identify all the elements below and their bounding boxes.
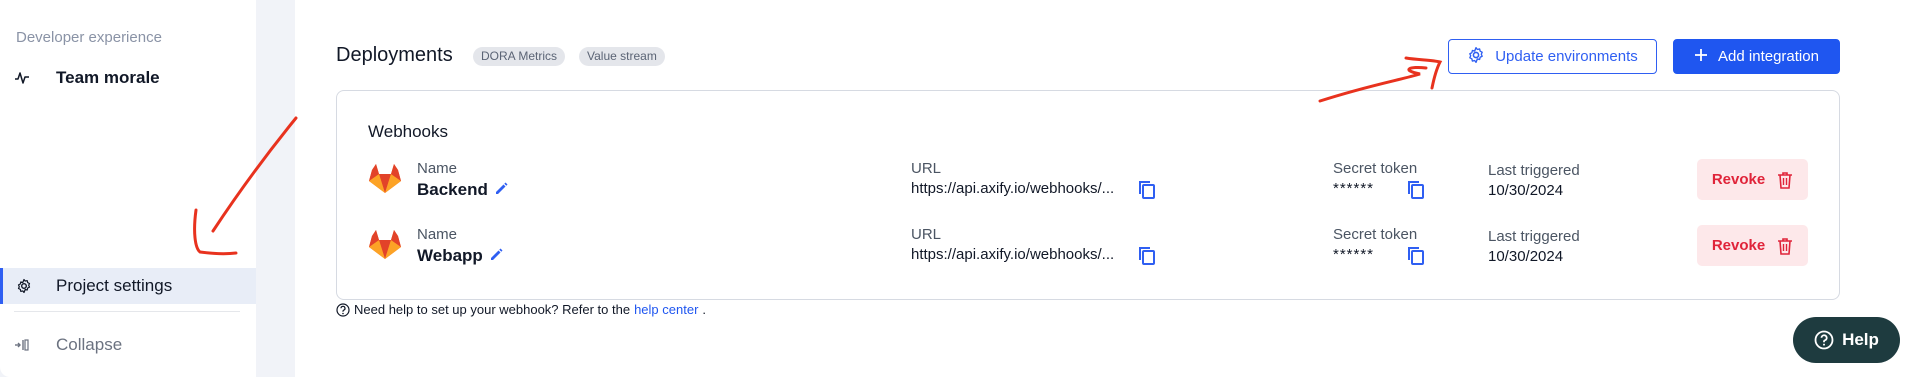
copy-icon[interactable] bbox=[1407, 180, 1425, 200]
webhook-row: Name Backend URL https://api.axify.io/we… bbox=[336, 148, 1840, 214]
name-label: Name bbox=[417, 226, 458, 243]
gitlab-icon bbox=[369, 230, 401, 259]
last-triggered-label: Last triggered bbox=[1488, 162, 1580, 179]
add-integration-label: Add integration bbox=[1718, 48, 1819, 65]
badge-dora-metrics: DORA Metrics bbox=[473, 47, 566, 66]
trash-icon bbox=[1778, 237, 1793, 255]
gear-icon bbox=[1467, 46, 1485, 68]
revoke-button[interactable]: Revoke bbox=[1697, 159, 1808, 200]
secret-token-value: ****** bbox=[1333, 246, 1375, 263]
last-triggered-label: Last triggered bbox=[1488, 228, 1580, 245]
collapse-icon bbox=[0, 338, 56, 352]
last-triggered-value: 10/30/2024 bbox=[1488, 182, 1564, 199]
help-text: Need help to set up your webhook? Refer … bbox=[336, 302, 706, 317]
webhooks-title: Webhooks bbox=[368, 122, 449, 141]
webhook-row: Name Webapp URL https://api.axify.io/web… bbox=[336, 214, 1840, 280]
copy-icon[interactable] bbox=[1138, 180, 1156, 200]
update-environments-label: Update environments bbox=[1495, 48, 1638, 65]
secret-token-label: Secret token bbox=[1333, 226, 1418, 243]
copy-icon[interactable] bbox=[1138, 246, 1156, 266]
webhook-url: https://api.axify.io/webhooks/... bbox=[911, 180, 1115, 197]
pencil-icon[interactable] bbox=[489, 248, 503, 262]
help-center-link[interactable]: help center bbox=[634, 302, 698, 317]
activity-icon bbox=[0, 71, 56, 85]
plus-icon bbox=[1694, 48, 1708, 66]
help-text-end: . bbox=[702, 302, 707, 317]
copy-icon[interactable] bbox=[1407, 246, 1425, 266]
page-title: Deployments bbox=[336, 44, 453, 66]
webhook-name: Webapp bbox=[417, 246, 483, 265]
sidebar-divider bbox=[14, 311, 240, 312]
question-icon bbox=[336, 302, 350, 317]
pencil-icon[interactable] bbox=[494, 182, 508, 196]
webhook-name: Backend bbox=[417, 180, 488, 199]
sidebar-section-label: Developer experience bbox=[16, 29, 162, 46]
gear-icon bbox=[3, 278, 56, 294]
webhook-url: https://api.axify.io/webhooks/... bbox=[911, 246, 1115, 263]
sidebar-item-label: Team morale bbox=[56, 68, 160, 87]
question-icon bbox=[1814, 330, 1834, 350]
help-text-body: Need help to set up your webhook? Refer … bbox=[354, 302, 631, 317]
sidebar-item-team-morale[interactable]: Team morale bbox=[0, 60, 256, 96]
sidebar-item-collapse[interactable]: Collapse bbox=[0, 327, 256, 363]
help-button-label: Help bbox=[1842, 330, 1879, 349]
url-label: URL bbox=[911, 160, 942, 177]
add-integration-button[interactable]: Add integration bbox=[1673, 39, 1840, 74]
sidebar: Developer experience Team morale Project… bbox=[0, 0, 256, 377]
revoke-button[interactable]: Revoke bbox=[1697, 225, 1808, 266]
revoke-label: Revoke bbox=[1711, 171, 1766, 188]
secret-token-value: ****** bbox=[1333, 180, 1375, 197]
help-button[interactable]: Help bbox=[1793, 317, 1900, 363]
last-triggered-value: 10/30/2024 bbox=[1488, 248, 1564, 265]
update-environments-button[interactable]: Update environments bbox=[1448, 39, 1657, 74]
revoke-label: Revoke bbox=[1711, 237, 1766, 254]
secret-token-label: Secret token bbox=[1333, 160, 1418, 177]
sidebar-item-label: Collapse bbox=[56, 335, 123, 354]
badge-value-stream: Value stream bbox=[579, 47, 665, 66]
sidebar-item-label: Project settings bbox=[56, 276, 173, 295]
url-label: URL bbox=[911, 226, 942, 243]
name-label: Name bbox=[417, 160, 458, 177]
trash-icon bbox=[1778, 171, 1793, 189]
gitlab-icon bbox=[369, 164, 401, 193]
sidebar-item-project-settings[interactable]: Project settings bbox=[0, 268, 256, 304]
